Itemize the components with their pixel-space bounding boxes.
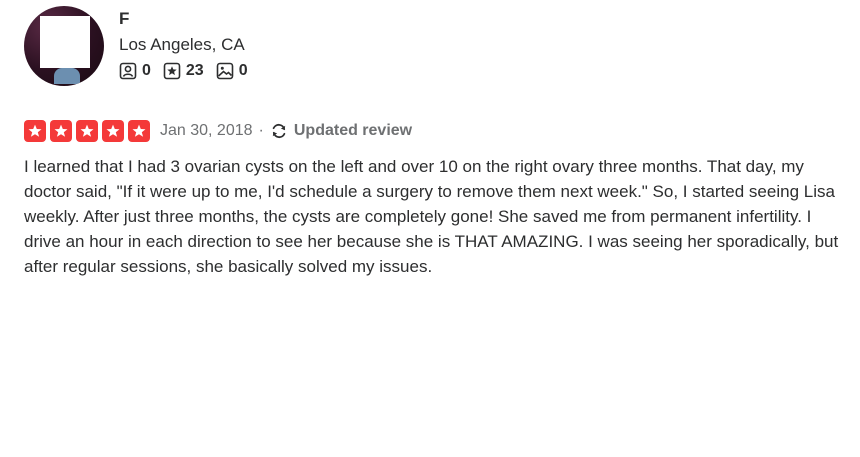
- user-info: F Los Angeles, CA 0 23 0: [119, 6, 260, 80]
- user-name[interactable]: F: [119, 8, 260, 30]
- review-card: F Los Angeles, CA 0 23 0 Jan 30, 2018 · …: [24, 6, 844, 296]
- user-location: Los Angeles, CA: [119, 35, 245, 54]
- user-stats: 0 23 0: [119, 62, 260, 80]
- avatar[interactable]: [24, 6, 104, 86]
- star-5: [128, 120, 150, 142]
- star-icon: [80, 124, 94, 137]
- refresh-icon: [272, 123, 286, 139]
- user-passport: F Los Angeles, CA 0 23 0: [24, 6, 844, 86]
- reviews-stat: 23: [163, 62, 204, 80]
- star-3: [76, 120, 98, 142]
- star-4: [102, 120, 124, 142]
- review-text: I learned that I had 3 ovarian cysts on …: [24, 157, 839, 276]
- friends-icon: [119, 62, 137, 80]
- updated-review-link[interactable]: Updated review: [270, 122, 412, 140]
- friends-count: 0: [142, 62, 151, 79]
- photo-icon: [216, 62, 234, 80]
- star-icon: [106, 124, 120, 137]
- updated-review-label: Updated review: [293, 122, 413, 139]
- separator: ·: [258, 122, 264, 139]
- star-icon: [28, 124, 42, 137]
- star-icon: [132, 124, 146, 137]
- star-rating: [24, 120, 154, 142]
- friends-stat: 0: [119, 62, 151, 80]
- star-icon: [54, 124, 68, 137]
- star-1: [24, 120, 46, 142]
- review-date: Jan 30, 2018: [160, 122, 253, 139]
- avatar-detail: [54, 68, 80, 84]
- photos-count: 0: [238, 62, 248, 79]
- photos-stat: 0: [216, 62, 248, 80]
- rating-row: Jan 30, 2018 · Updated review: [24, 118, 844, 144]
- reviews-count: 23: [185, 62, 204, 79]
- star-review-icon: [163, 62, 181, 80]
- avatar-redaction: [40, 16, 90, 68]
- star-2: [50, 120, 72, 142]
